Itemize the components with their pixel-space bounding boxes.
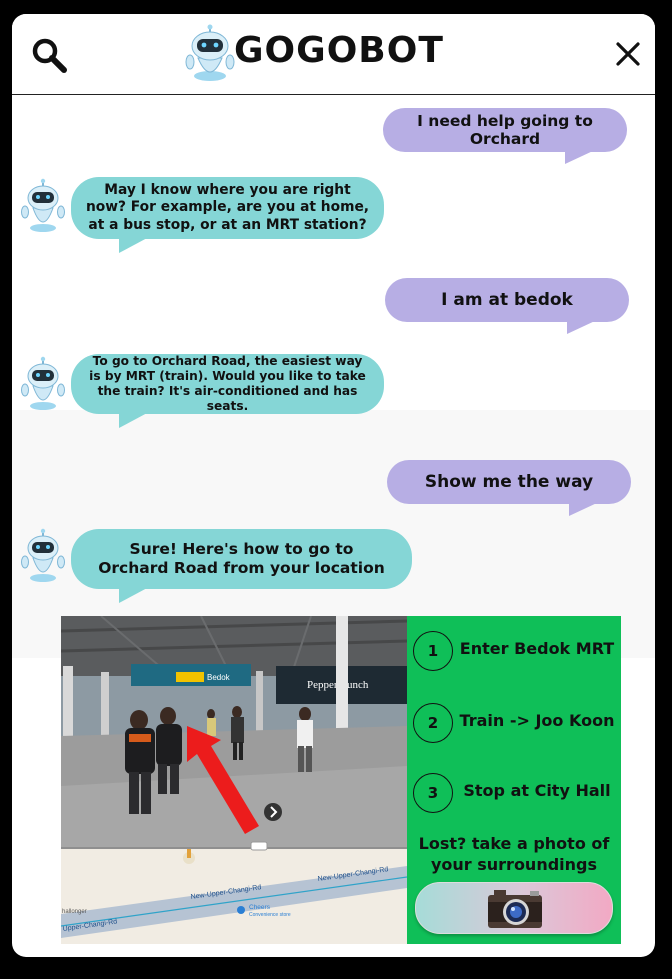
message-text: To go to Orchard Road, the easiest way i… — [89, 353, 366, 414]
bubble-tail — [119, 587, 149, 603]
bubble-tail — [565, 150, 595, 164]
direction-step: 2 Train -> Joo Koon — [407, 701, 621, 751]
search-icon[interactable] — [30, 36, 70, 76]
bot-message: Sure! Here's how to go to Orchard Road f… — [71, 529, 412, 603]
bot-avatar — [18, 356, 68, 412]
step-number: 2 — [413, 703, 453, 743]
step-number: 3 — [413, 773, 453, 813]
lost-prompt: Lost? take a photo of your surroundings — [407, 834, 621, 876]
map-place-label: hallonger — [62, 909, 87, 915]
street-view-image[interactable]: Bedok Pepper Lunch New-Upper-Changi-Rd N… — [61, 616, 407, 944]
map-store-type: Convenience store — [249, 912, 291, 918]
app-screen: GOGOBOT I need help going to Orchard May… — [12, 14, 655, 957]
close-icon[interactable] — [614, 40, 642, 68]
directions-panel: 1 Enter Bedok MRT 2 Train -> Joo Koon 3 … — [407, 616, 621, 944]
take-photo-button[interactable] — [415, 882, 613, 934]
message-text: May I know where you are right now? For … — [85, 182, 370, 233]
station-sign: Bedok — [207, 673, 231, 682]
bot-avatar — [18, 528, 68, 584]
camera-icon — [488, 890, 542, 928]
app-header: GOGOBOT — [12, 14, 655, 95]
message-text: Show me the way — [424, 472, 594, 492]
bubble-tail — [119, 412, 149, 428]
bot-message: May I know where you are right now? For … — [71, 177, 384, 253]
step-number: 1 — [413, 631, 453, 671]
app-title: GOGOBOT — [234, 30, 444, 71]
message-text: I need help going to Orchard — [417, 112, 593, 148]
street-view-scene: Bedok Pepper Lunch New-Upper-Changi-Rd N… — [61, 616, 407, 944]
step-text: Enter Bedok MRT — [459, 639, 615, 658]
map-store-name: Cheers — [249, 904, 271, 911]
robot-logo-icon — [185, 24, 235, 81]
direction-step: 1 Enter Bedok MRT — [407, 629, 621, 679]
user-message: Show me the way — [387, 460, 631, 516]
user-message: I need help going to Orchard — [383, 108, 627, 164]
message-text: I am at bedok — [441, 290, 573, 310]
bubble-tail — [119, 237, 149, 253]
robot-avatar-icon — [21, 528, 65, 582]
message-text: Sure! Here's how to go to Orchard Road f… — [98, 539, 385, 577]
lost-prompt-line1: Lost? take a photo of — [418, 834, 610, 853]
lost-prompt-line2: your surroundings — [430, 854, 598, 874]
bot-avatar — [18, 178, 68, 234]
robot-avatar-icon — [21, 178, 65, 232]
step-text: Train -> Joo Koon — [459, 711, 615, 730]
bot-message: To go to Orchard Road, the easiest way i… — [71, 353, 384, 428]
robot-avatar-icon — [21, 356, 65, 410]
user-message: I am at bedok — [385, 278, 629, 334]
bubble-tail — [567, 320, 597, 334]
step-text: Stop at City Hall — [463, 781, 611, 800]
direction-step: 3 Stop at City Hall — [407, 771, 621, 821]
bubble-tail — [569, 502, 599, 516]
